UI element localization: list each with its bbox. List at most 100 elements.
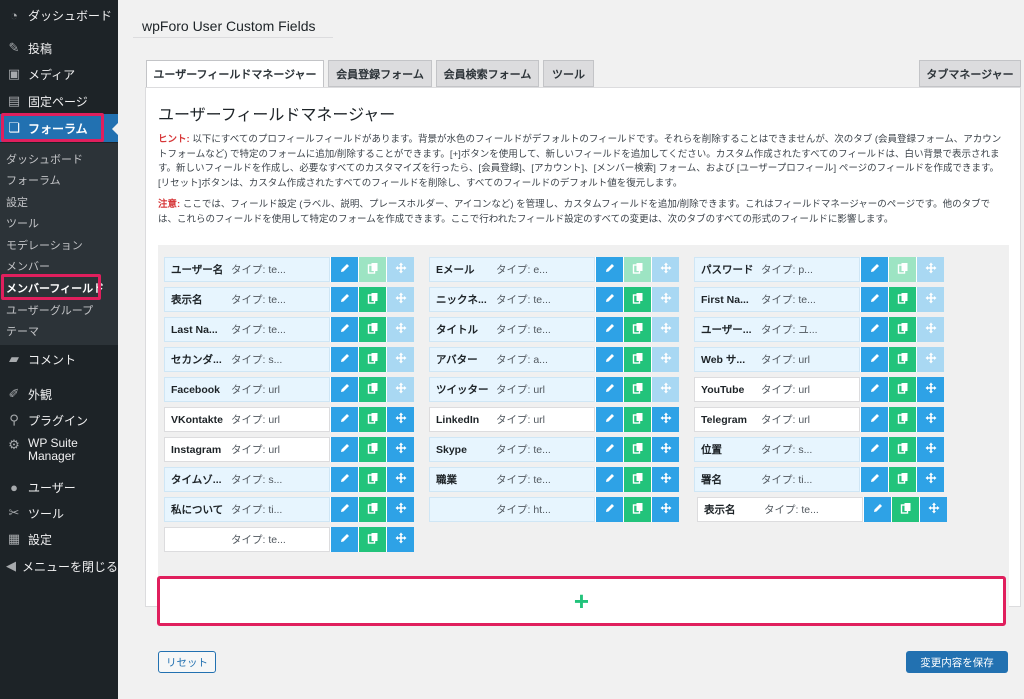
edit-field-button[interactable]: [860, 287, 888, 312]
submenu-item-forums[interactable]: フォーラム: [6, 172, 61, 188]
edit-field-button[interactable]: [863, 497, 891, 522]
move-field-handle[interactable]: [651, 437, 679, 462]
move-field-handle[interactable]: [916, 287, 944, 312]
edit-field-button[interactable]: [860, 257, 888, 282]
add-field-plus-icon[interactable]: +: [574, 588, 589, 614]
edit-field-button[interactable]: [860, 437, 888, 462]
move-field-handle[interactable]: [386, 257, 414, 282]
duplicate-field-button[interactable]: [358, 497, 386, 522]
submenu-item-dashboard[interactable]: ダッシュボード: [6, 151, 83, 167]
tab-registration-form[interactable]: 会員登録フォーム: [328, 60, 432, 87]
sidebar-item-appearance[interactable]: ✐ 外観: [0, 381, 118, 407]
edit-field-button[interactable]: [595, 317, 623, 342]
move-field-handle[interactable]: [651, 497, 679, 522]
duplicate-field-button[interactable]: [888, 287, 916, 312]
submenu-item-member-fields[interactable]: メンバーフィールド: [6, 280, 104, 296]
move-field-handle[interactable]: [916, 467, 944, 492]
edit-field-button[interactable]: [330, 257, 358, 282]
add-field-area[interactable]: +: [157, 576, 1006, 626]
duplicate-field-button[interactable]: [891, 497, 919, 522]
edit-field-button[interactable]: [330, 437, 358, 462]
submenu-item-members[interactable]: メンバー: [6, 258, 50, 274]
duplicate-field-button[interactable]: [358, 437, 386, 462]
move-field-handle[interactable]: [386, 437, 414, 462]
duplicate-field-button[interactable]: [623, 437, 651, 462]
duplicate-field-button[interactable]: [358, 527, 386, 552]
sidebar-item-settings[interactable]: ▦ 設定: [0, 526, 118, 552]
move-field-handle[interactable]: [651, 377, 679, 402]
sidebar-item-users[interactable]: ● ユーザー: [0, 474, 118, 500]
duplicate-field-button[interactable]: [358, 257, 386, 282]
move-field-handle[interactable]: [386, 347, 414, 372]
sidebar-item-pages[interactable]: ▤ 固定ページ: [0, 88, 118, 114]
duplicate-field-button[interactable]: [358, 317, 386, 342]
move-field-handle[interactable]: [651, 467, 679, 492]
edit-field-button[interactable]: [330, 467, 358, 492]
sidebar-item-dashboard[interactable]: ◔ ダッシュボード: [0, 2, 118, 28]
move-field-handle[interactable]: [916, 317, 944, 342]
duplicate-field-button[interactable]: [888, 257, 916, 282]
tab-tools[interactable]: ツール: [543, 60, 594, 87]
edit-field-button[interactable]: [860, 377, 888, 402]
submenu-item-tools[interactable]: ツール: [6, 215, 39, 231]
duplicate-field-button[interactable]: [623, 497, 651, 522]
sidebar-item-media[interactable]: ▣ メディア: [0, 61, 118, 87]
save-changes-button[interactable]: 変更内容を保存: [906, 651, 1008, 673]
edit-field-button[interactable]: [595, 347, 623, 372]
move-field-handle[interactable]: [919, 497, 947, 522]
duplicate-field-button[interactable]: [888, 377, 916, 402]
duplicate-field-button[interactable]: [888, 347, 916, 372]
duplicate-field-button[interactable]: [888, 437, 916, 462]
edit-field-button[interactable]: [595, 437, 623, 462]
edit-field-button[interactable]: [330, 377, 358, 402]
duplicate-field-button[interactable]: [358, 467, 386, 492]
edit-field-button[interactable]: [595, 467, 623, 492]
edit-field-button[interactable]: [595, 257, 623, 282]
duplicate-field-button[interactable]: [623, 287, 651, 312]
edit-field-button[interactable]: [860, 317, 888, 342]
edit-field-button[interactable]: [595, 287, 623, 312]
duplicate-field-button[interactable]: [358, 347, 386, 372]
sidebar-item-posts[interactable]: ✎ 投稿: [0, 35, 118, 61]
edit-field-button[interactable]: [595, 407, 623, 432]
submenu-item-settings[interactable]: 設定: [6, 194, 28, 210]
sidebar-item-forum[interactable]: ❏ フォーラム: [0, 114, 118, 142]
tab-tab-manager[interactable]: タブマネージャー: [919, 60, 1021, 87]
duplicate-field-button[interactable]: [623, 347, 651, 372]
edit-field-button[interactable]: [330, 497, 358, 522]
duplicate-field-button[interactable]: [623, 317, 651, 342]
move-field-handle[interactable]: [386, 467, 414, 492]
edit-field-button[interactable]: [595, 377, 623, 402]
move-field-handle[interactable]: [386, 497, 414, 522]
duplicate-field-button[interactable]: [358, 407, 386, 432]
tab-user-field-manager[interactable]: ユーザーフィールドマネージャー: [146, 60, 324, 88]
edit-field-button[interactable]: [860, 407, 888, 432]
duplicate-field-button[interactable]: [358, 287, 386, 312]
move-field-handle[interactable]: [651, 257, 679, 282]
move-field-handle[interactable]: [651, 317, 679, 342]
move-field-handle[interactable]: [386, 527, 414, 552]
move-field-handle[interactable]: [651, 347, 679, 372]
move-field-handle[interactable]: [916, 257, 944, 282]
submenu-item-themes[interactable]: テーマ: [6, 323, 39, 339]
sidebar-item-comments[interactable]: ▰ コメント: [0, 346, 118, 372]
duplicate-field-button[interactable]: [888, 317, 916, 342]
move-field-handle[interactable]: [386, 287, 414, 312]
duplicate-field-button[interactable]: [888, 407, 916, 432]
submenu-item-moderation[interactable]: モデレーション: [6, 237, 83, 253]
submenu-item-usergroups[interactable]: ユーザーグループ: [6, 302, 93, 318]
duplicate-field-button[interactable]: [623, 377, 651, 402]
move-field-handle[interactable]: [916, 437, 944, 462]
reset-button[interactable]: リセット: [158, 651, 216, 673]
edit-field-button[interactable]: [330, 317, 358, 342]
move-field-handle[interactable]: [916, 347, 944, 372]
move-field-handle[interactable]: [386, 407, 414, 432]
tab-member-search-form[interactable]: 会員検索フォーム: [436, 60, 539, 87]
move-field-handle[interactable]: [386, 377, 414, 402]
move-field-handle[interactable]: [651, 287, 679, 312]
duplicate-field-button[interactable]: [623, 467, 651, 492]
duplicate-field-button[interactable]: [623, 257, 651, 282]
edit-field-button[interactable]: [860, 467, 888, 492]
edit-field-button[interactable]: [860, 347, 888, 372]
sidebar-item-tools[interactable]: ✂ ツール: [0, 500, 118, 526]
